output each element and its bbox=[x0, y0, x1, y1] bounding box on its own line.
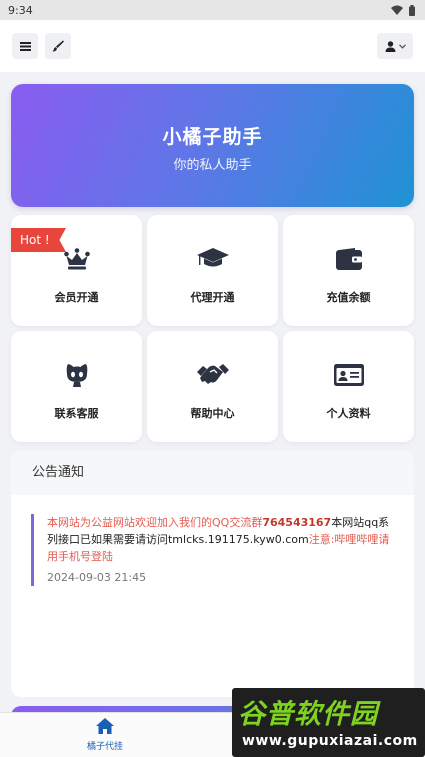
notice-intro: 本网站为公益网站欢迎加入我们的QQ交流群 bbox=[47, 516, 263, 529]
battery-icon bbox=[409, 4, 415, 16]
hero-title: 小橘子助手 bbox=[162, 126, 263, 148]
watermark: 谷普软件园 www.gupuxiazai.com bbox=[232, 688, 425, 757]
user-menu-button[interactable] bbox=[377, 33, 413, 59]
graduation-cap-icon bbox=[147, 245, 278, 273]
help-center-label: 帮助中心 bbox=[190, 407, 235, 420]
customer-service-label: 联系客服 bbox=[54, 407, 99, 420]
recharge-label: 充值余额 bbox=[326, 291, 371, 304]
nav-home[interactable]: 橘子代挂 bbox=[78, 718, 132, 752]
agent-card[interactable]: 代理开通 bbox=[147, 215, 278, 326]
nav-home-label: 橘子代挂 bbox=[86, 742, 123, 752]
notice-title: 公告通知 bbox=[11, 451, 414, 495]
wallet-icon bbox=[283, 245, 414, 273]
profile-card[interactable]: 个人资料 bbox=[283, 331, 414, 442]
status-bar: 9:34 bbox=[0, 0, 425, 20]
user-icon bbox=[385, 40, 395, 52]
notice-message: 本网站为公益网站欢迎加入我们的QQ交流群764543167本网站qq系列接口已如… bbox=[31, 514, 391, 586]
menu-button[interactable] bbox=[12, 33, 38, 59]
github-icon bbox=[11, 361, 142, 389]
id-card-icon bbox=[283, 361, 414, 389]
notice-panel: 公告通知 本网站为公益网站欢迎加入我们的QQ交流群764543167本网站qq系… bbox=[11, 451, 414, 697]
notice-group-number: 764543167 bbox=[262, 516, 332, 529]
home-icon bbox=[96, 718, 114, 734]
status-icons bbox=[391, 4, 415, 16]
customer-service-card[interactable]: 联系客服 bbox=[11, 331, 142, 442]
status-time: 9:34 bbox=[8, 3, 33, 17]
notice-text: 本网站为公益网站欢迎加入我们的QQ交流群764543167本网站qq系列接口已如… bbox=[47, 514, 391, 565]
help-center-card[interactable]: 帮助中心 bbox=[147, 331, 278, 442]
brush-icon bbox=[52, 40, 64, 52]
watermark-logo: 谷普软件园 bbox=[238, 699, 378, 730]
membership-label: 会员开通 bbox=[54, 291, 99, 304]
recharge-card[interactable]: 充值余额 bbox=[283, 215, 414, 326]
top-app-bar bbox=[0, 20, 425, 72]
chevron-down-icon bbox=[398, 43, 406, 49]
handshake-icon bbox=[147, 361, 278, 389]
agent-label: 代理开通 bbox=[190, 291, 235, 304]
theme-button[interactable] bbox=[45, 33, 71, 59]
wifi-icon bbox=[391, 5, 403, 15]
hamburger-icon bbox=[19, 41, 31, 51]
watermark-url: www.gupuxiazai.com bbox=[242, 733, 418, 749]
hot-badge: Hot ! bbox=[11, 228, 66, 252]
hero-subtitle: 你的私人助手 bbox=[173, 158, 252, 173]
notice-date: 2024-09-03 21:45 bbox=[47, 571, 147, 584]
hero-banner: 小橘子助手 你的私人助手 bbox=[11, 84, 414, 207]
profile-label: 个人资料 bbox=[326, 407, 371, 420]
